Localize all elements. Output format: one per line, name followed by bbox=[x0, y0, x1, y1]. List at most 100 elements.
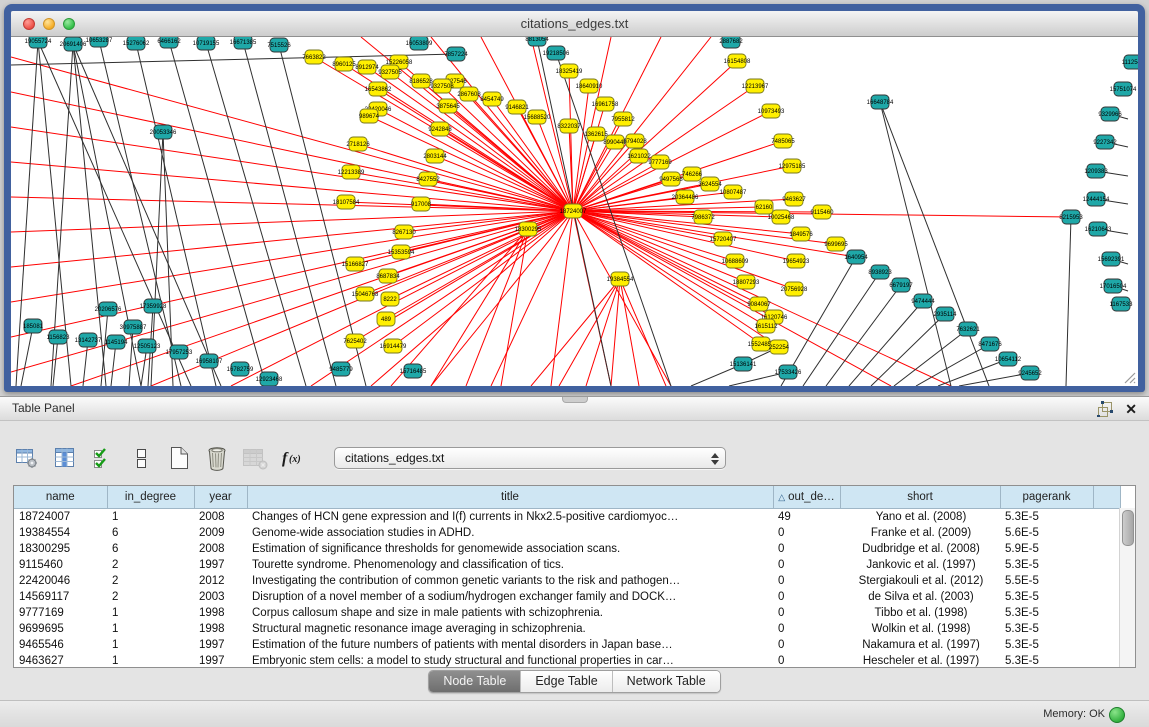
table-cell[interactable]: 0 bbox=[773, 605, 840, 621]
network-node[interactable]: 20691406 bbox=[60, 37, 87, 51]
table-cell[interactable]: 2 bbox=[107, 573, 194, 589]
network-node[interactable]: 8427552 bbox=[416, 172, 440, 186]
table-row[interactable]: 2242004622012Investigating the contribut… bbox=[14, 573, 1120, 589]
network-node[interactable]: 18107584 bbox=[333, 195, 360, 209]
network-node[interactable]: 8912974 bbox=[355, 60, 379, 74]
table-cell[interactable]: 5.9E-5 bbox=[1000, 541, 1093, 557]
table-cell[interactable]: 2012 bbox=[194, 573, 247, 589]
network-node[interactable]: 8687834 bbox=[376, 269, 400, 283]
network-node[interactable]: 9146821 bbox=[505, 100, 529, 114]
table-cell[interactable]: Franke et al. (2009) bbox=[840, 525, 1000, 541]
table-cell[interactable]: 1998 bbox=[194, 621, 247, 637]
network-canvas[interactable]: 1872400776638228960125891297415226058932… bbox=[11, 37, 1138, 386]
column-header-pagerank[interactable]: pagerank bbox=[1000, 486, 1093, 509]
table-row[interactable]: 1872400712008Changes of HCN gene express… bbox=[14, 509, 1120, 526]
table-cell[interactable]: 9465546 bbox=[14, 637, 107, 653]
table-cell[interactable]: 1 bbox=[107, 653, 194, 668]
table-cell[interactable]: 49 bbox=[773, 509, 840, 526]
table-scrollbar[interactable] bbox=[1119, 508, 1135, 667]
network-node[interactable]: 9699695 bbox=[824, 237, 848, 251]
panel-splitter-handle[interactable] bbox=[562, 397, 588, 403]
column-header-out_de[interactable]: △out_de… bbox=[773, 486, 840, 509]
network-svg[interactable]: 1872400776638228960125891297415226058932… bbox=[11, 37, 1138, 386]
table-cell[interactable]: Changes of HCN gene expression and I(f) … bbox=[247, 509, 773, 526]
table-cell[interactable]: 2003 bbox=[194, 589, 247, 605]
table-cell[interactable]: Disruption of a novel member of a sodium… bbox=[247, 589, 773, 605]
close-panel-icon[interactable]: ✕ bbox=[1125, 401, 1137, 417]
table-cell[interactable]: 1 bbox=[107, 509, 194, 526]
network-node[interactable]: 10807487 bbox=[720, 185, 747, 199]
table-row[interactable]: 946554611997Estimation of the future num… bbox=[14, 637, 1120, 653]
network-window-titlebar[interactable]: citations_edges.txt bbox=[11, 11, 1138, 37]
network-node[interactable]: 9327508 bbox=[430, 79, 454, 93]
network-node[interactable]: 9115460 bbox=[811, 205, 835, 219]
table-cell[interactable]: Wolkin et al. (1998) bbox=[840, 621, 1000, 637]
network-node[interactable]: 1167533 bbox=[1110, 297, 1134, 311]
network-node[interactable]: 20053346 bbox=[150, 125, 177, 139]
network-node[interactable]: 489 bbox=[377, 312, 395, 326]
network-node[interactable]: 917008 bbox=[411, 197, 432, 211]
table-cell[interactable]: 2008 bbox=[194, 541, 247, 557]
table-cell[interactable]: Genome-wide association studies in ADHD. bbox=[247, 525, 773, 541]
network-node[interactable]: 18325419 bbox=[556, 64, 583, 78]
column-header-in_degree[interactable]: in_degree bbox=[107, 486, 194, 509]
network-node[interactable]: 2887682 bbox=[719, 37, 743, 48]
table-row[interactable]: 946362711997Embryonic stem cells: a mode… bbox=[14, 653, 1120, 668]
network-node[interactable]: 16543862 bbox=[365, 82, 392, 96]
table-row[interactable]: 969969511998Structural magnetic resonanc… bbox=[14, 621, 1120, 637]
table-cell[interactable]: 1 bbox=[107, 605, 194, 621]
network-node[interactable]: 62160 bbox=[755, 200, 773, 214]
network-node[interactable]: 8215953 bbox=[1059, 210, 1083, 224]
network-node[interactable]: 7485065 bbox=[771, 134, 795, 148]
network-node[interactable]: 3624554 bbox=[698, 177, 722, 191]
table-cell[interactable]: 6 bbox=[107, 541, 194, 557]
table-scrollbar-thumb[interactable] bbox=[1122, 510, 1134, 546]
network-node[interactable]: 7986372 bbox=[691, 210, 715, 224]
table-cell[interactable]: 0 bbox=[773, 653, 840, 668]
network-node[interactable]: 9777169 bbox=[648, 155, 672, 169]
tab-node-table[interactable]: Node Table bbox=[429, 671, 520, 692]
float-panel-icon[interactable] bbox=[1096, 400, 1113, 417]
table-cell[interactable]: 0 bbox=[773, 557, 840, 573]
table-cell[interactable]: Embryonic stem cells: a model to study s… bbox=[247, 653, 773, 668]
network-node[interactable]: 15276062 bbox=[123, 37, 150, 50]
network-node[interactable]: 2867608 bbox=[457, 87, 481, 101]
network-node[interactable]: 9084067 bbox=[747, 297, 771, 311]
table-cell[interactable]: Stergiakouli et al. (2012) bbox=[840, 573, 1000, 589]
network-node[interactable]: 8322037 bbox=[557, 119, 581, 133]
table-cell[interactable]: 9115460 bbox=[14, 557, 107, 573]
network-node[interactable]: 2718126 bbox=[346, 137, 370, 151]
network-node[interactable]: 1145194 bbox=[105, 335, 129, 349]
network-node[interactable]: 7955812 bbox=[611, 112, 635, 126]
table-cell[interactable]: 1997 bbox=[194, 637, 247, 653]
table-cell[interactable]: 5.5E-5 bbox=[1000, 573, 1093, 589]
network-node[interactable]: 9485779 bbox=[329, 362, 353, 376]
network-node[interactable]: 2803144 bbox=[423, 149, 447, 163]
table-row[interactable]: 977716911998Corpus callosum shape and si… bbox=[14, 605, 1120, 621]
network-node[interactable]: 16914479 bbox=[380, 339, 407, 353]
column-header-name[interactable]: name bbox=[14, 486, 107, 509]
network-node[interactable]: 8938923 bbox=[868, 265, 892, 279]
table-row[interactable]: 1938455462009Genome-wide association stu… bbox=[14, 525, 1120, 541]
network-node[interactable]: 3875645 bbox=[436, 99, 460, 113]
table-cell[interactable]: 1997 bbox=[194, 653, 247, 668]
network-node[interactable]: 16154808 bbox=[724, 54, 751, 68]
network-node[interactable]: 9327505 bbox=[378, 65, 402, 79]
table-cell[interactable]: 5.3E-5 bbox=[1000, 509, 1093, 526]
network-node[interactable]: 6466162 bbox=[157, 37, 181, 48]
table-cell[interactable]: 9777169 bbox=[14, 605, 107, 621]
network-node[interactable]: 6794028 bbox=[623, 134, 647, 148]
table-cell[interactable]: 0 bbox=[773, 525, 840, 541]
tab-edge-table[interactable]: Edge Table bbox=[520, 671, 611, 692]
network-node[interactable]: 15751074 bbox=[1110, 82, 1137, 96]
network-node[interactable]: 8813054 bbox=[525, 37, 549, 46]
network-node[interactable]: 15046768 bbox=[352, 287, 379, 301]
network-node[interactable]: 19654923 bbox=[783, 254, 810, 268]
table-cell[interactable]: 2009 bbox=[194, 525, 247, 541]
table-cell[interactable]: 22420046 bbox=[14, 573, 107, 589]
table-cell[interactable]: Yano et al. (2008) bbox=[840, 509, 1000, 526]
table-cell[interactable]: 5.3E-5 bbox=[1000, 589, 1093, 605]
table-options-button[interactable] bbox=[14, 445, 40, 471]
table-cell[interactable]: Estimation of significance thresholds fo… bbox=[247, 541, 773, 557]
network-node[interactable]: 10719155 bbox=[193, 37, 220, 50]
